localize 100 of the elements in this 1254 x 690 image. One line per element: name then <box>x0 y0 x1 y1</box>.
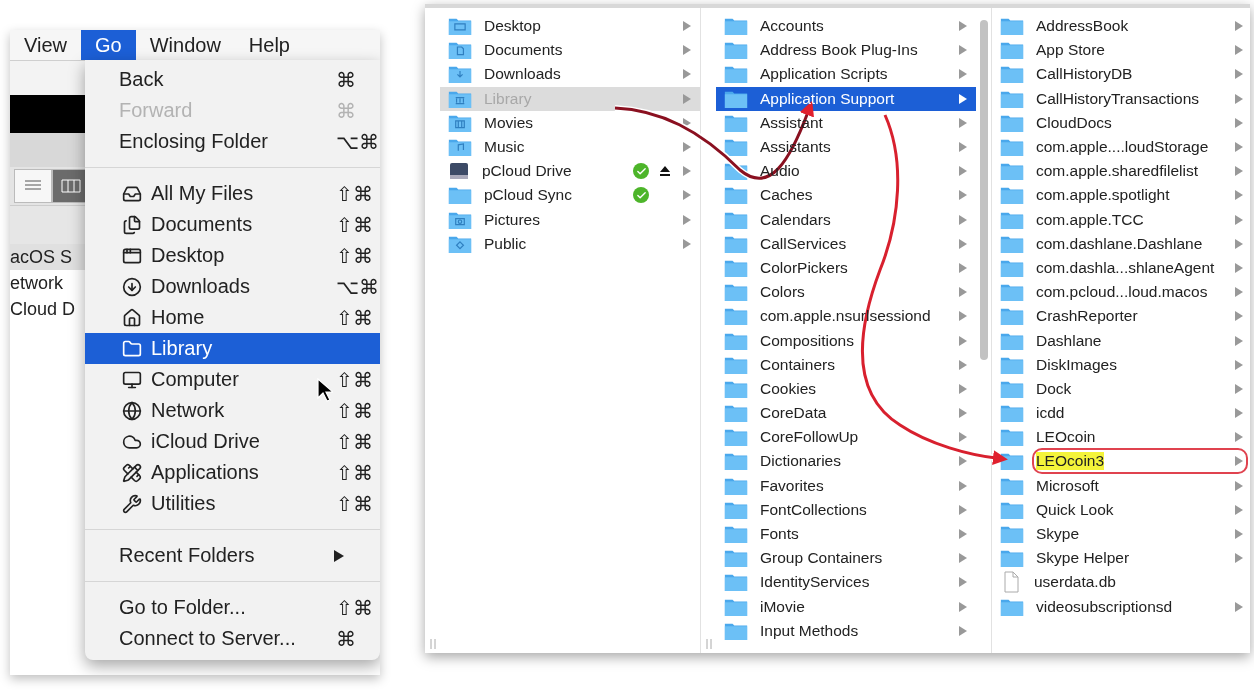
folder-row[interactable]: Address Book Plug-Ins <box>716 38 976 63</box>
folder-row[interactable]: Dashlane <box>992 328 1250 353</box>
folder-row[interactable]: Desktop <box>440 14 700 39</box>
folder-row[interactable]: App Store <box>992 38 1250 63</box>
folder-icon <box>1000 524 1024 545</box>
folder-row[interactable]: IdentityServices <box>716 570 976 595</box>
menu-item[interactable]: Go to Folder... ⇧⌘ <box>85 592 380 623</box>
folder-row[interactable]: LEOcoin3 <box>992 449 1250 474</box>
folder-row[interactable]: com.pcloud...loud.macos <box>992 280 1250 305</box>
folder-icon <box>724 451 748 472</box>
folder-row[interactable]: iMovie <box>716 594 976 619</box>
menu-item[interactable]: Connect to Server... ⌘ <box>85 623 380 654</box>
folder-icon <box>724 403 748 424</box>
folder-row[interactable]: CallServices <box>716 231 976 256</box>
cursor-icon <box>317 378 333 402</box>
folder-row[interactable]: LEOcoin <box>992 425 1250 450</box>
folder-row[interactable]: Pictures <box>440 207 700 232</box>
folder-icon <box>724 427 748 448</box>
folder-row[interactable]: Downloads <box>440 62 700 87</box>
music-folder-icon <box>448 137 472 158</box>
folder-row[interactable]: com.apple.sharedfilelist <box>992 159 1250 184</box>
folder-row[interactable]: Cookies <box>716 376 976 401</box>
menu-item[interactable]: All My Files ⇧⌘ <box>85 178 380 209</box>
folder-row[interactable]: Public <box>440 231 700 256</box>
folder-row[interactable]: CloudDocs <box>992 110 1250 135</box>
folder-icon <box>724 16 748 37</box>
folder-row[interactable]: com.apple.spotlight <box>992 183 1250 208</box>
folder-icon <box>724 572 748 593</box>
folder-row[interactable]: com.dashla...shlaneAgent <box>992 255 1250 281</box>
menu-item[interactable]: Network ⇧⌘ <box>85 395 380 426</box>
folder-row[interactable]: com.apple....loudStorage <box>992 134 1250 160</box>
menu-title[interactable]: Window <box>135 30 235 60</box>
folder-row[interactable]: Containers <box>716 352 976 377</box>
folder-row[interactable]: CrashReporter <box>992 304 1250 329</box>
menu-item[interactable]: Documents ⇧⌘ <box>85 209 380 240</box>
eject-icon[interactable] <box>659 165 671 178</box>
scrollbar-thumb[interactable] <box>979 20 988 360</box>
folder-icon <box>724 40 748 61</box>
menu-item[interactable]: Utilities ⇧⌘ <box>85 488 380 519</box>
folder-row[interactable]: com.dashlane.Dashlane <box>992 231 1250 256</box>
downloads-folder-icon <box>448 64 472 85</box>
folder-row[interactable]: userdata.db <box>992 570 1250 595</box>
folder-row[interactable]: icdd <box>992 401 1250 426</box>
folder-row[interactable]: FontCollections <box>716 497 976 522</box>
desktop-folder-icon <box>448 16 472 37</box>
menu-item[interactable]: Computer ⇧⌘ <box>85 364 380 395</box>
folder-icon <box>724 185 748 206</box>
folder-row[interactable]: DiskImages <box>992 352 1250 377</box>
menu-title[interactable]: Go <box>81 30 136 60</box>
folder-row[interactable]: Input Methods <box>716 618 976 643</box>
folder-row[interactable]: AddressBook <box>992 14 1250 39</box>
folder-row[interactable]: Quick Look <box>992 497 1250 522</box>
menu-title[interactable]: Help <box>234 30 304 60</box>
folder-row[interactable]: Colors <box>716 280 976 305</box>
folder-row[interactable]: Compositions <box>716 328 976 353</box>
folder-row[interactable]: Application Support <box>716 86 976 111</box>
menu-item[interactable]: Recent Folders <box>85 540 380 571</box>
menu-item[interactable]: Home ⇧⌘ <box>85 302 380 333</box>
folder-row[interactable]: com.apple.TCC <box>992 207 1250 232</box>
folder-row[interactable]: Documents <box>440 38 700 63</box>
folder-row[interactable]: Group Containers <box>716 546 976 571</box>
folder-row[interactable]: Application Scripts <box>716 62 976 87</box>
folder-row[interactable]: Fonts <box>716 521 976 547</box>
folder-row[interactable]: CallHistoryTransactions <box>992 86 1250 111</box>
menu-item[interactable]: Enclosing Folder ⌥⌘ <box>85 126 380 157</box>
folder-icon <box>1000 64 1024 85</box>
folder-row[interactable]: Favorites <box>716 473 976 498</box>
folder-icon <box>1000 306 1024 327</box>
menu-item[interactable]: Library <box>85 333 380 364</box>
menu-item[interactable]: iCloud Drive ⇧⌘ <box>85 426 380 457</box>
folder-row[interactable]: Caches <box>716 183 976 208</box>
folder-row[interactable]: Music <box>440 134 700 160</box>
folder-row[interactable]: pCloud Drive <box>440 159 700 184</box>
folder-row[interactable]: Movies <box>440 110 700 135</box>
folder-row[interactable]: Calendars <box>716 207 976 232</box>
menu-item[interactable]: Desktop ⇧⌘ <box>85 240 380 271</box>
folder-icon <box>1000 403 1024 424</box>
list-icon <box>23 179 43 193</box>
documents-folder-icon <box>448 40 472 61</box>
folder-icon <box>448 185 472 206</box>
folder-icon <box>724 524 748 545</box>
menu-item[interactable]: Downloads ⌥⌘ <box>85 271 380 302</box>
menu-item[interactable]: Applications ⇧⌘ <box>85 457 380 488</box>
folder-row[interactable]: CoreFollowUp <box>716 425 976 450</box>
resize-handle-icon <box>705 639 712 649</box>
folder-icon <box>724 161 748 182</box>
folder-row[interactable]: ColorPickers <box>716 255 976 281</box>
folder-row[interactable]: CallHistoryDB <box>992 62 1250 87</box>
folder-row[interactable]: CoreData <box>716 401 976 426</box>
folder-row[interactable]: Skype <box>992 521 1250 547</box>
folder-row[interactable]: Skype Helper <box>992 546 1250 571</box>
folder-row[interactable]: pCloud Sync <box>440 183 700 208</box>
folder-row[interactable]: videosubscriptionsd <box>992 594 1250 619</box>
folder-row[interactable]: Accounts <box>716 14 976 39</box>
folder-icon <box>724 282 748 303</box>
menu-item[interactable]: Back ⌘ <box>85 64 380 95</box>
folder-row[interactable]: Microsoft <box>992 473 1250 498</box>
menu-title[interactable]: View <box>10 30 81 60</box>
folder-row[interactable]: Dock <box>992 376 1250 401</box>
folder-row[interactable]: Dictionaries <box>716 449 976 474</box>
